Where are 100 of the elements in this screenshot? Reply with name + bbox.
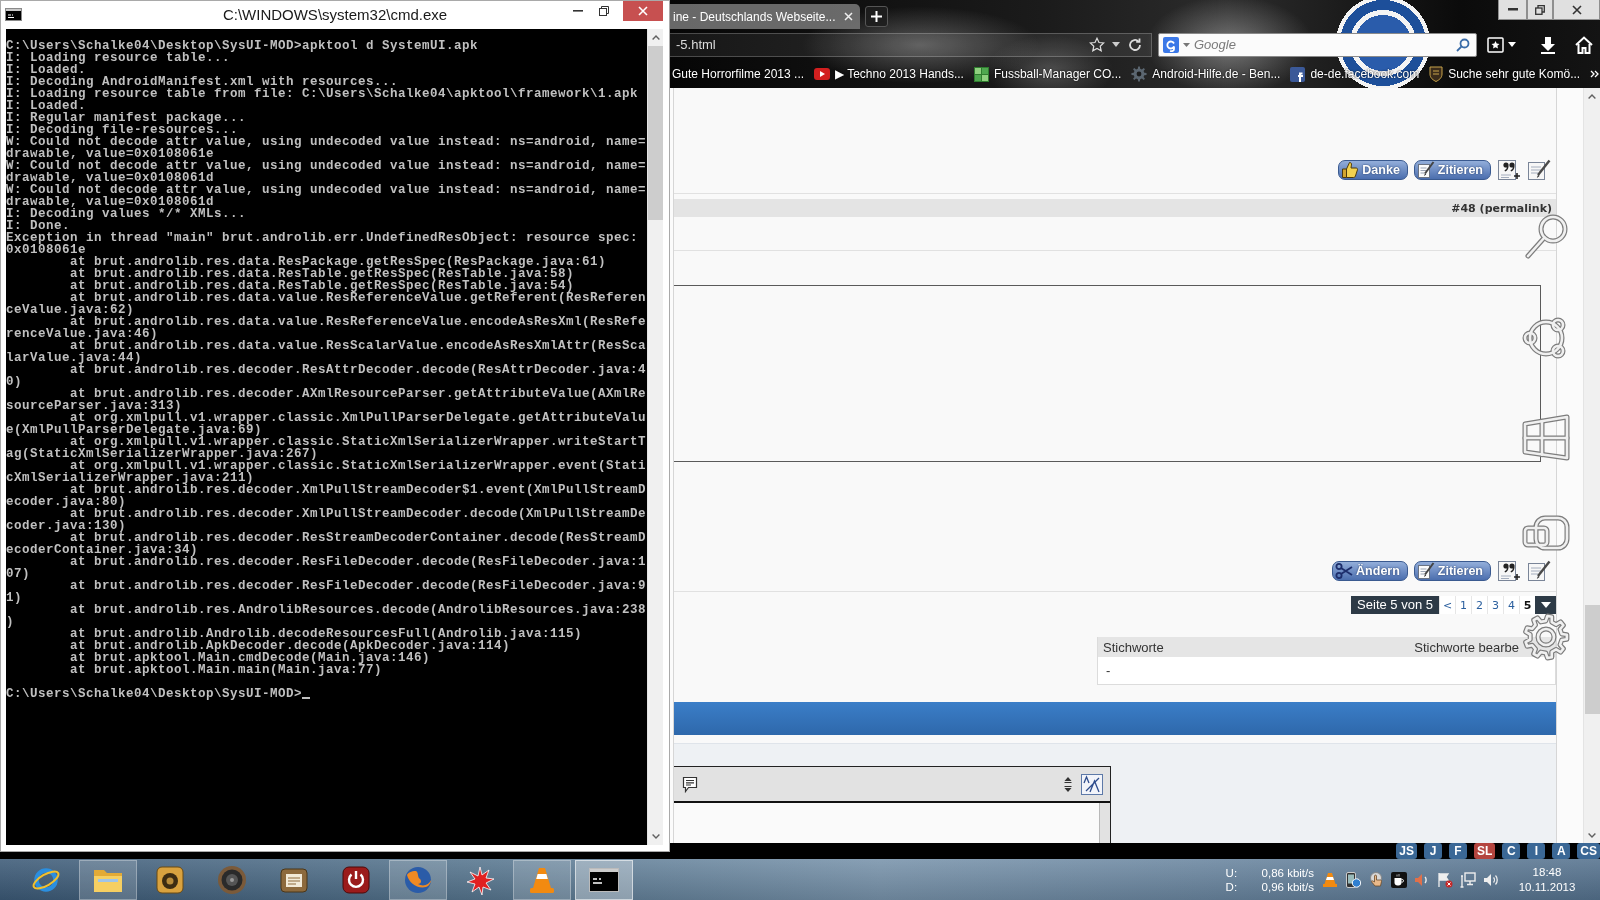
bookmark-item[interactable]: ▶ Techno 2013 Hands... [814,67,964,81]
mode-switch-icon[interactable] [1081,773,1103,795]
extension-button[interactable]: JS [1396,843,1417,859]
console-line: at brut.apktool.Main.main(Main.java:77) [69,664,383,676]
pen-document-icon[interactable] [1527,159,1551,181]
phone-icon[interactable] [1345,871,1361,888]
pointing-hand-icon[interactable] [1368,871,1384,888]
caret-icon[interactable] [1112,42,1120,47]
extension-button[interactable]: C [1502,843,1521,859]
extension-button[interactable]: I [1527,843,1546,859]
search-bar[interactable]: Google [1158,32,1477,57]
restore-icon [1535,4,1545,15]
network-icon[interactable] [1460,871,1476,888]
console-line: at brut.androlib.res.data.value.ResScalarValue.encodeAsResXmlAttr(ResSca [70,340,647,352]
video-icon [814,68,831,80]
restore-icon [599,6,609,16]
upload-label: U: [1225,865,1239,880]
scrollbar-thumb[interactable] [1584,605,1600,714]
extension-button[interactable]: CS [1577,843,1600,859]
extension-button[interactable]: F [1449,843,1467,859]
console-line: ) [6,616,14,628]
console-line: at org.xmlpull.v1.wrapper.classic.StaticXmlSerializerWrapper.writeStartT [70,436,647,448]
address-bar[interactable]: -5.html [670,32,1152,57]
quote-button[interactable]: Zitieren [1413,160,1491,180]
page-link[interactable]: 2 [1471,596,1487,614]
console-line: at brut.androlib.res.data.value.ResReferenceValue.getReferent(ResReferen [70,292,647,304]
taskbar-app-button[interactable] [575,859,633,900]
console-line: at brut.androlib.res.data.ResTable.getResSpec(ResTable.java:58) [69,268,575,280]
edit-tags-link[interactable]: Stichworte bearbe [1414,639,1519,655]
search-engine-icon[interactable] [1163,36,1179,53]
post-number-link[interactable]: #48 (permalink) [1451,201,1552,215]
search-input[interactable]: Google [1194,37,1452,52]
console-line: at brut.androlib.res.data.ResPackage.getResSpec(ResPackage.java:61) [69,256,607,268]
console-line: I: Regular manifest package... [6,112,247,124]
console-line: 07) [6,568,30,580]
message-input[interactable] [674,803,1100,843]
edit-button[interactable]: Ändern [1332,561,1408,581]
chevron-up-icon [1588,93,1596,99]
pen-document-icon[interactable] [1527,560,1551,582]
search-icon[interactable] [1456,37,1470,52]
page-menu-button[interactable] [1535,596,1556,614]
console-line: renceValue.java:46) [6,328,159,340]
extension-button[interactable]: J [1424,843,1442,859]
console-line: ecoder.java:80) [6,496,127,508]
page-link[interactable]: 5 [1519,596,1535,614]
console-line: at org.xmlpull.v1.wrapper.classic.StaticXmlSerializerWrapper.event(Stati [70,460,647,472]
browser-tab[interactable]: ine - Deutschlands Webseite... [670,4,860,29]
console-line: I: Loaded. [6,64,86,76]
console-line: cXmlSerializerWrapper.java:211) [6,472,255,484]
settings-icon[interactable] [1521,612,1571,662]
bookmark-item[interactable]: Suche sehr gute Komö... [1429,66,1581,82]
console-line: I: Decoding values */* XMLs... [6,208,247,220]
scrollbar-thumb[interactable] [648,46,663,220]
page-link[interactable]: 4 [1503,596,1519,614]
tags-title: Stichworte [1103,639,1164,655]
caret-icon [1508,42,1516,47]
speech-bubble-icon[interactable] [682,775,698,793]
clock-time: 18:48 [1532,864,1562,880]
flag-icon[interactable] [1437,871,1453,888]
close-button[interactable] [623,1,663,21]
plus-icon [870,11,882,22]
more-bookmarks-button[interactable] [1590,70,1600,78]
previous-page-link[interactable]: < [1439,596,1455,614]
traffic-cone-icon[interactable] [1322,871,1338,888]
window-panes-icon[interactable] [1521,412,1571,462]
bookmark-item[interactable]: Fussball-Manager CO... [973,66,1122,82]
console-line: Exception in thread "main" brut.androlib.err.UndefinedResObject: resource spec: [6,232,639,244]
download-icon [1539,35,1557,54]
quote-button[interactable]: Zitieren [1413,561,1491,581]
close-icon[interactable] [843,12,853,21]
clock-date: 10.11.2013 [1518,879,1576,895]
page-link[interactable]: 1 [1455,596,1471,614]
power-icon [342,865,370,894]
chevron-down-icon [1588,832,1596,838]
upload-rate: 0,86 kbit/s [1261,865,1314,880]
new-tab-button[interactable] [864,6,888,27]
extension-button[interactable]: SL [1474,843,1496,859]
reload-icon[interactable] [1127,36,1143,53]
console-line: at org.xmlpull.v1.wrapper.classic.XmlPullParserDelegate.getAttributeValu [70,412,647,424]
console-line: at brut.androlib.Androlib.decodeResourcesFull(Androlib.java:115) [69,628,583,640]
multi-quote-icon[interactable] [1497,159,1521,181]
coffee-cup-icon[interactable] [1391,871,1407,888]
star-icon[interactable] [1089,36,1105,53]
pen-document-icon [1416,562,1435,580]
thanks-button[interactable]: Danke [1338,160,1408,180]
minimize-button[interactable] [1498,0,1527,20]
restore-button[interactable] [1527,0,1553,20]
caret-icon[interactable] [1183,42,1190,47]
console-line: ceValue.java:62) [6,304,135,316]
bookmark-item[interactable]: Android-Hilfe.de - Ben... [1131,66,1281,82]
extension-button[interactable]: A [1552,843,1571,859]
grid-icon [973,66,989,82]
bookmark-item[interactable]: Gute Horrorfilme 2013 ... [672,67,805,81]
document-box-icon [280,865,308,894]
address-input[interactable]: -5.html [676,37,1082,52]
gear-icon [1131,66,1148,82]
page-link[interactable]: 3 [1487,596,1503,614]
download-label: D: [1225,879,1239,894]
multi-quote-icon[interactable] [1497,560,1521,582]
resize-arrows-icon[interactable] [1064,776,1072,792]
